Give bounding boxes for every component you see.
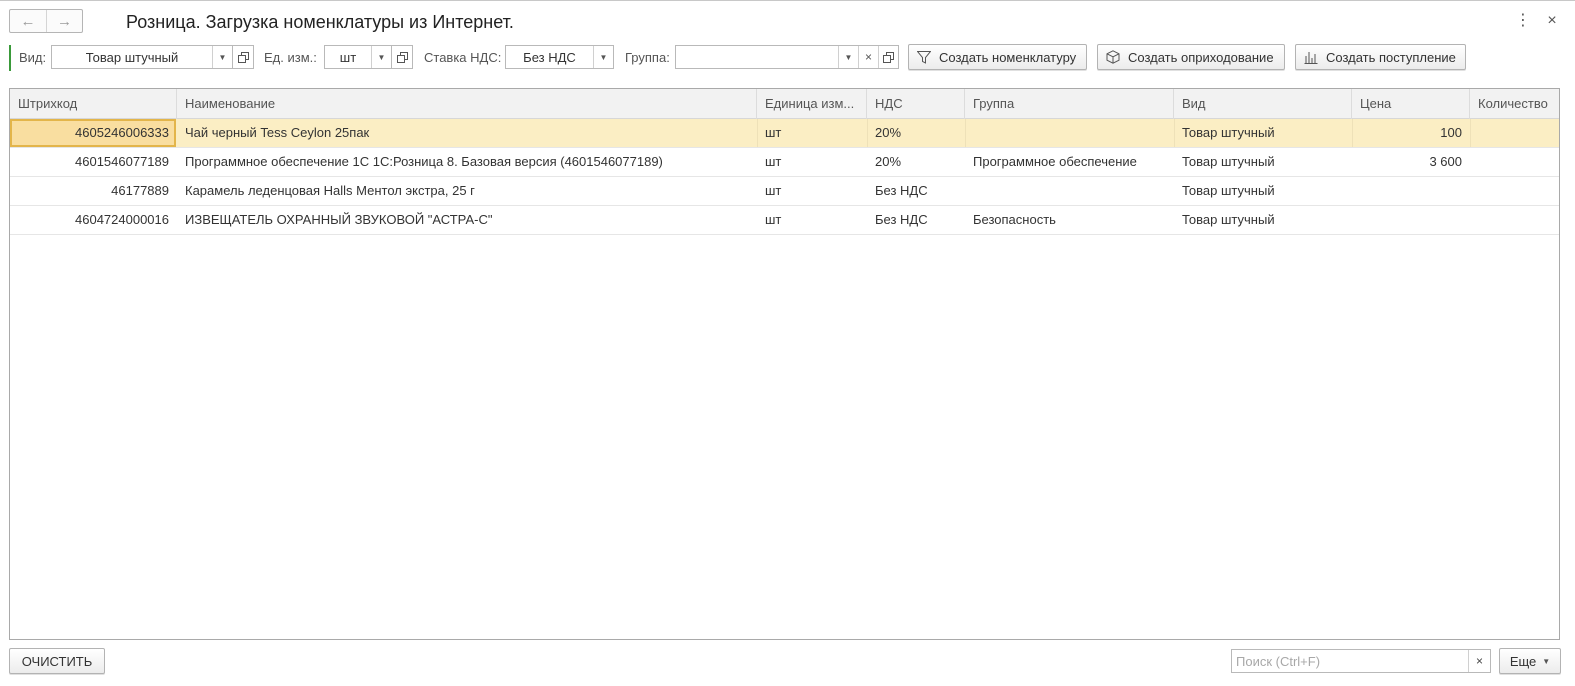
clear-button-label: ОЧИСТИТЬ bbox=[21, 653, 93, 669]
cell-qty[interactable] bbox=[1470, 206, 1559, 234]
cell-name[interactable]: Карамель леденцовая Halls Ментол экстра,… bbox=[177, 177, 757, 205]
chevron-down-icon: ▼ bbox=[1542, 656, 1551, 666]
vid-field[interactable]: Товар штучный ▼ bbox=[51, 45, 233, 69]
clear-search-icon[interactable]: × bbox=[1468, 650, 1490, 672]
cell-qty[interactable] bbox=[1470, 177, 1559, 205]
cell-kind[interactable]: Товар штучный bbox=[1174, 148, 1352, 176]
cell-qty[interactable] bbox=[1470, 148, 1559, 176]
column-header-vat[interactable]: НДС bbox=[867, 89, 965, 119]
chevron-down-icon[interactable]: ▼ bbox=[838, 46, 858, 68]
create-nomenclature-button[interactable]: Создать номенклатуру bbox=[908, 44, 1087, 70]
cell-kind[interactable]: Товар штучный bbox=[1174, 119, 1352, 147]
cell-price[interactable] bbox=[1352, 177, 1470, 205]
nav-buttons: ← → bbox=[9, 9, 83, 33]
cell-vat[interactable]: 20% bbox=[867, 119, 965, 147]
table-row[interactable]: 4604724000016 ИЗВЕЩАТЕЛЬ ОХРАННЫЙ ЗВУКОВ… bbox=[10, 206, 1559, 235]
column-header-unit[interactable]: Единица изм... bbox=[757, 89, 867, 119]
table-row[interactable]: 4601546077189 Программное обеспечение 1С… bbox=[10, 148, 1559, 177]
chevron-down-icon[interactable]: ▼ bbox=[593, 46, 613, 68]
unit-label: Ед. изм.: bbox=[264, 50, 317, 65]
vid-value: Товар штучный bbox=[85, 49, 179, 65]
cell-price[interactable] bbox=[1352, 206, 1470, 234]
column-header-qty[interactable]: Количество bbox=[1470, 89, 1559, 119]
column-header-name[interactable]: Наименование bbox=[177, 89, 757, 119]
cell-name[interactable]: Чай черный Tess Ceylon 25пак bbox=[177, 119, 757, 147]
more-button-label: Еще bbox=[1509, 653, 1537, 669]
column-header-barcode[interactable]: Штрихкод bbox=[10, 89, 177, 119]
window-top-border bbox=[0, 0, 1575, 1]
cell-unit[interactable]: шт bbox=[757, 148, 867, 176]
group-label: Группа: bbox=[625, 50, 670, 65]
cell-unit[interactable]: шт bbox=[757, 119, 867, 147]
clear-button[interactable]: ОЧИСТИТЬ bbox=[9, 648, 105, 674]
forward-button[interactable]: → bbox=[46, 10, 82, 32]
cell-qty[interactable] bbox=[1470, 119, 1559, 147]
cell-price[interactable]: 3 600 bbox=[1352, 148, 1470, 176]
column-header-kind[interactable]: Вид bbox=[1174, 89, 1352, 119]
chevron-down-icon[interactable]: ▼ bbox=[371, 46, 391, 68]
create-receipt-label: Создать оприходование bbox=[1128, 49, 1274, 65]
more-vertical-icon[interactable]: ⋮ bbox=[1515, 12, 1531, 30]
table-header: Штрихкод Наименование Единица изм... НДС… bbox=[10, 89, 1559, 119]
cell-group[interactable]: Программное обеспечение bbox=[965, 148, 1174, 176]
open-window-icon bbox=[233, 46, 253, 68]
filter-icon bbox=[917, 50, 931, 64]
vid-open-button[interactable] bbox=[232, 45, 254, 69]
active-indicator bbox=[9, 45, 11, 71]
unit-field[interactable]: шт ▼ bbox=[324, 45, 392, 69]
table-row[interactable]: 46177889 Карамель леденцовая Halls Менто… bbox=[10, 177, 1559, 206]
chart-icon bbox=[1304, 50, 1318, 64]
cell-vat[interactable]: Без НДС bbox=[867, 206, 965, 234]
open-window-icon bbox=[392, 46, 412, 68]
cell-vat[interactable]: Без НДС bbox=[867, 177, 965, 205]
cell-barcode[interactable]: 4601546077189 bbox=[10, 148, 177, 176]
cell-group[interactable]: Безопасность bbox=[965, 206, 1174, 234]
arrow-right-icon: → bbox=[57, 12, 72, 30]
group-field[interactable]: ▼ × bbox=[675, 45, 899, 69]
chevron-down-icon[interactable]: ▼ bbox=[212, 46, 232, 68]
column-header-price[interactable]: Цена bbox=[1352, 89, 1470, 119]
vid-label: Вид: bbox=[19, 50, 47, 65]
items-table[interactable]: Штрихкод Наименование Единица изм... НДС… bbox=[9, 88, 1560, 640]
unit-value: шт bbox=[339, 49, 357, 65]
cell-barcode[interactable]: 46177889 bbox=[10, 177, 177, 205]
more-button[interactable]: Еще ▼ bbox=[1499, 648, 1561, 674]
unit-open-button[interactable] bbox=[391, 45, 413, 69]
open-window-icon[interactable] bbox=[878, 46, 898, 68]
search-input[interactable]: Поиск (Ctrl+F) bbox=[1232, 654, 1468, 669]
cell-name[interactable]: Программное обеспечение 1С 1С:Розница 8.… bbox=[177, 148, 757, 176]
vat-value: Без НДС bbox=[523, 49, 576, 65]
close-icon[interactable]: × bbox=[1544, 12, 1560, 30]
create-nomenclature-label: Создать номенклатуру bbox=[939, 49, 1077, 65]
create-arrival-button[interactable]: Создать поступление bbox=[1295, 44, 1466, 70]
cell-kind[interactable]: Товар штучный bbox=[1174, 177, 1352, 205]
cell-unit[interactable]: шт bbox=[757, 206, 867, 234]
cell-barcode[interactable]: 4604724000016 bbox=[10, 206, 177, 234]
column-header-group[interactable]: Группа bbox=[965, 89, 1174, 119]
box-icon bbox=[1106, 50, 1120, 64]
clear-icon[interactable]: × bbox=[858, 46, 878, 68]
create-arrival-label: Создать поступление bbox=[1326, 49, 1456, 65]
cell-barcode[interactable]: 4605246006333 bbox=[10, 119, 177, 147]
cell-name[interactable]: ИЗВЕЩАТЕЛЬ ОХРАННЫЙ ЗВУКОВОЙ "АСТРА-С" bbox=[177, 206, 757, 234]
cell-price[interactable]: 100 bbox=[1352, 119, 1470, 147]
cell-unit[interactable]: шт bbox=[757, 177, 867, 205]
vat-field[interactable]: Без НДС ▼ bbox=[505, 45, 614, 69]
search-field[interactable]: Поиск (Ctrl+F) × bbox=[1231, 649, 1491, 673]
cell-vat[interactable]: 20% bbox=[867, 148, 965, 176]
page-title: Розница. Загрузка номенклатуры из Интерн… bbox=[126, 12, 514, 32]
arrow-left-icon: ← bbox=[20, 12, 36, 30]
table-row[interactable]: 4605246006333 Чай черный Tess Ceylon 25п… bbox=[10, 119, 1559, 148]
vat-label: Ставка НДС: bbox=[424, 50, 502, 65]
cell-group[interactable] bbox=[965, 119, 1174, 147]
cell-group[interactable] bbox=[965, 177, 1174, 205]
cell-kind[interactable]: Товар штучный bbox=[1174, 206, 1352, 234]
back-button[interactable]: ← bbox=[10, 10, 46, 32]
create-receipt-button[interactable]: Создать оприходование bbox=[1097, 44, 1285, 70]
